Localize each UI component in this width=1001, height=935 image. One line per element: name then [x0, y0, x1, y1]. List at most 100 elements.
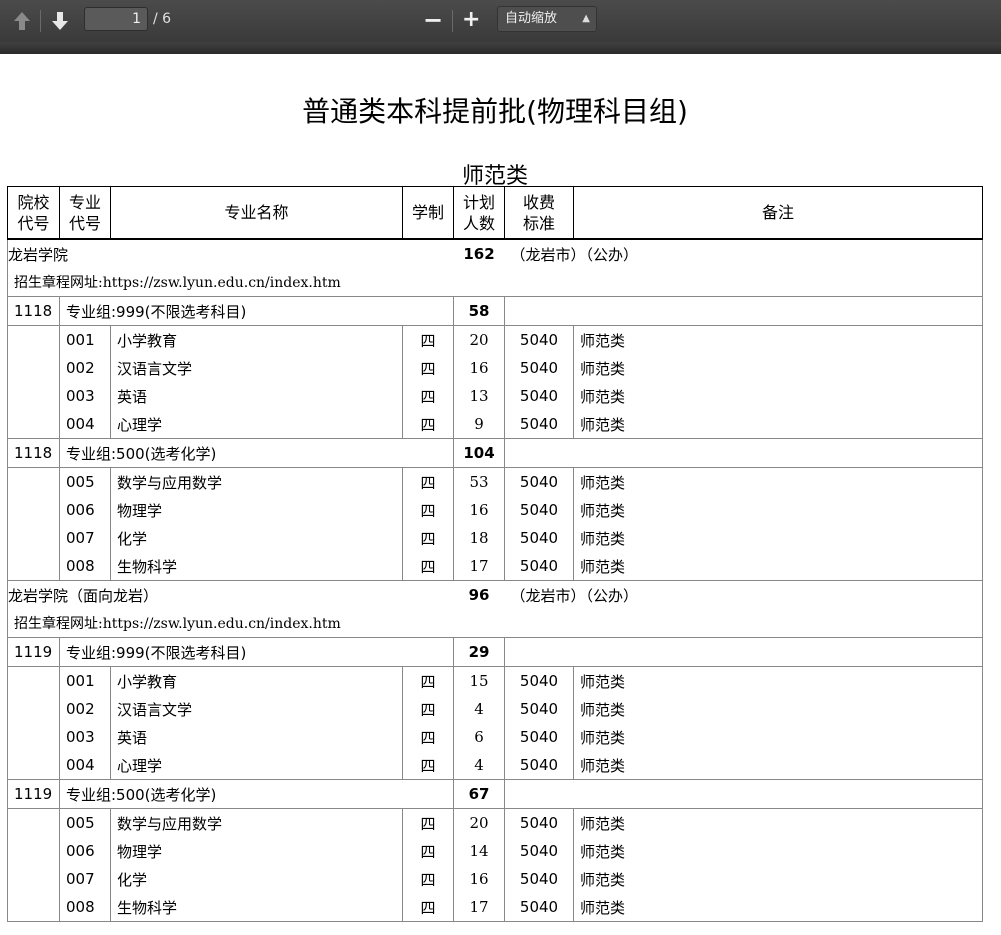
- major-school-code-empty: [7, 496, 60, 524]
- major-school-code-empty: [7, 410, 60, 439]
- major-school-code-empty: [7, 552, 60, 581]
- major-years: 四: [402, 837, 454, 865]
- major-years: 四: [402, 382, 454, 410]
- school-note: （龙岩市）（公办）: [504, 580, 983, 609]
- major-row: 003 英语四 6 5040 师范类: [7, 723, 983, 751]
- major-name: 化学: [110, 524, 403, 552]
- major-years: 四: [402, 467, 454, 496]
- header-years: 学制: [402, 186, 454, 240]
- major-note: 师范类: [573, 666, 983, 695]
- group-empty: [504, 637, 983, 667]
- major-code: 008: [59, 893, 111, 922]
- major-school-code-empty: [7, 325, 60, 354]
- major-plan: 13: [453, 382, 505, 410]
- major-code: 005: [59, 808, 111, 837]
- group-school-code: 1119: [7, 779, 60, 809]
- major-school-code-empty: [7, 695, 60, 723]
- major-row: 004 心理学四 9 5040 师范类: [7, 410, 983, 439]
- major-fee: 5040: [504, 496, 574, 524]
- major-plan: 16: [453, 496, 505, 524]
- major-plan: 4: [453, 695, 505, 723]
- major-row: 001 小学教育四 20 5040 师范类: [7, 325, 983, 354]
- major-years: 四: [402, 552, 454, 581]
- major-plan: 4: [453, 751, 505, 780]
- school-name: 龙岩学院（面向龙岩）: [7, 580, 454, 609]
- major-note: 师范类: [573, 467, 983, 496]
- major-fee: 5040: [504, 893, 574, 922]
- major-school-code-empty: [7, 723, 60, 751]
- major-row: 007 化学四 16 5040 师范类: [7, 865, 983, 893]
- major-name: 物理学: [110, 496, 403, 524]
- major-fee: 5040: [504, 723, 574, 751]
- major-plan: 18: [453, 524, 505, 552]
- pdf-toolbar: 1 / 6 − + 自动缩放 ▲: [0, 0, 1001, 43]
- major-row: 002 汉语言文学四 4 5040 师范类: [7, 695, 983, 723]
- admission-url: 招生章程网址:https://zsw.lyun.edu.cn/index.htm: [7, 609, 983, 638]
- major-name: 化学: [110, 865, 403, 893]
- major-plan: 6: [453, 723, 505, 751]
- header-fee: 收费 标准: [504, 186, 574, 240]
- major-group-row: 1118 专业组:999(不限选考科目) 58: [7, 296, 983, 326]
- major-fee: 5040: [504, 865, 574, 893]
- header-school-code: 院校 代号: [7, 186, 60, 240]
- major-years: 四: [402, 695, 454, 723]
- major-note: 师范类: [573, 751, 983, 780]
- major-row: 003 英语四 13 5040 师范类: [7, 382, 983, 410]
- major-fee: 5040: [504, 524, 574, 552]
- major-school-code-empty: [7, 382, 60, 410]
- group-plan: 104: [453, 438, 505, 468]
- major-name: 生物科学: [110, 893, 403, 922]
- major-fee: 5040: [504, 325, 574, 354]
- group-name: 专业组:999(不限选考科目): [59, 637, 454, 667]
- major-years: 四: [402, 723, 454, 751]
- next-page-button[interactable]: [49, 10, 71, 32]
- major-school-code-empty: [7, 467, 60, 496]
- major-name: 汉语言文学: [110, 695, 403, 723]
- group-plan: 29: [453, 637, 505, 667]
- header-note: 备注: [573, 186, 983, 240]
- major-row: 005 数学与应用数学四 53 5040 师范类: [7, 467, 983, 496]
- major-school-code-empty: [7, 865, 60, 893]
- page-number-input[interactable]: 1: [84, 7, 148, 31]
- major-fee: 5040: [504, 808, 574, 837]
- document-title: 普通类本科提前批(物理科目组): [302, 95, 688, 128]
- zoom-out-button[interactable]: −: [423, 6, 443, 34]
- major-plan: 16: [453, 354, 505, 382]
- major-fee: 5040: [504, 751, 574, 780]
- major-name: 小学教育: [110, 325, 403, 354]
- major-code: 008: [59, 552, 111, 581]
- major-note: 师范类: [573, 354, 983, 382]
- zoom-in-button[interactable]: +: [462, 6, 480, 34]
- school-note: （龙岩市）（公办）: [504, 238, 983, 268]
- header-plan: 计划 人数: [453, 186, 505, 240]
- major-row: 008 生物科学四 17 5040 师范类: [7, 552, 983, 581]
- school-name: 龙岩学院: [7, 238, 454, 268]
- enrollment-plan-table: 院校 代号 专业 代号 专业名称 学制 计划 人数 收费 标准 备注 龙岩学院 162 （龙岩市…: [7, 186, 983, 922]
- major-plan: 9: [453, 410, 505, 439]
- major-note: 师范类: [573, 496, 983, 524]
- major-fee: 5040: [504, 666, 574, 695]
- header-major-code: 专业 代号: [59, 186, 111, 240]
- major-group-row: 1118 专业组:500(选考化学) 104: [7, 438, 983, 468]
- major-code: 004: [59, 410, 111, 439]
- group-school-code: 1118: [7, 296, 60, 326]
- major-years: 四: [402, 496, 454, 524]
- group-name: 专业组:999(不限选考科目): [59, 296, 454, 326]
- select-caret-icon: ▲: [582, 13, 590, 24]
- major-years: 四: [402, 666, 454, 695]
- previous-page-button[interactable]: [11, 10, 33, 32]
- group-plan: 67: [453, 779, 505, 809]
- major-row: 004 心理学四 4 5040 师范类: [7, 751, 983, 780]
- major-plan: 20: [453, 325, 505, 354]
- major-row: 007 化学四 18 5040 师范类: [7, 524, 983, 552]
- zoom-select[interactable]: 自动缩放 ▲: [497, 6, 597, 32]
- major-plan: 53: [453, 467, 505, 496]
- major-code: 001: [59, 666, 111, 695]
- major-code: 006: [59, 837, 111, 865]
- major-row: 006 物理学四 14 5040 师范类: [7, 837, 983, 865]
- major-fee: 5040: [504, 467, 574, 496]
- major-plan: 17: [453, 552, 505, 581]
- major-row: 002 汉语言文学四 16 5040 师范类: [7, 354, 983, 382]
- header-major-name: 专业名称: [110, 186, 403, 240]
- table-header-row: 院校 代号 专业 代号 专业名称 学制 计划 人数 收费 标准 备注: [7, 186, 983, 240]
